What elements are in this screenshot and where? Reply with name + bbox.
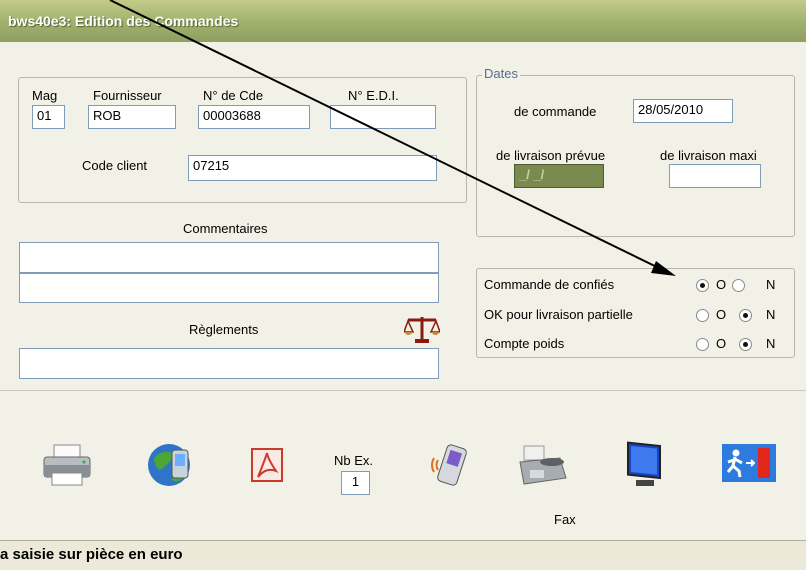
globe-icon[interactable] xyxy=(146,440,196,488)
mobile-icon[interactable] xyxy=(428,440,468,490)
status-text: a saisie sur pièce en euro xyxy=(0,546,183,563)
yes-label: O xyxy=(716,336,727,351)
yes-label: O xyxy=(716,277,727,292)
no-label: N xyxy=(766,277,776,292)
scales-icon[interactable] xyxy=(402,313,442,345)
option-label: Compte poids xyxy=(484,336,565,351)
window-title: bws40e3: Edition des Commandes xyxy=(8,13,239,29)
poids-no-radio[interactable] xyxy=(739,338,752,351)
option-label: OK pour livraison partielle xyxy=(484,307,633,322)
comments-label: Commentaires xyxy=(183,221,268,236)
toolbar-separator xyxy=(0,390,806,391)
date-commande-field[interactable]: 28/05/2010 xyxy=(633,99,733,123)
status-bar: a saisie sur pièce en euro xyxy=(0,540,806,570)
edi-field[interactable] xyxy=(330,105,436,129)
nb-ex-field[interactable]: 1 xyxy=(341,471,370,495)
comment-line-2[interactable] xyxy=(19,273,439,303)
mag-field[interactable]: 01 xyxy=(32,105,65,129)
confies-yes-radio[interactable] xyxy=(696,279,709,292)
nb-ex-label: Nb Ex. xyxy=(334,453,374,468)
date-maxi-label: de livraison maxi xyxy=(660,148,757,163)
reglements-field[interactable] xyxy=(19,348,439,379)
poids-yes-radio[interactable] xyxy=(696,338,709,351)
ncde-field[interactable]: 00003688 xyxy=(198,105,310,129)
partielle-yes-radio[interactable] xyxy=(696,309,709,322)
ncde-label: N° de Cde xyxy=(203,88,264,103)
reglements-label: Règlements xyxy=(189,322,259,337)
no-label: N xyxy=(766,336,776,351)
comment-line-1[interactable] xyxy=(19,242,439,273)
date-prevue-label: de livraison prévue xyxy=(496,148,606,163)
option-label: Commande de confiés xyxy=(484,277,615,292)
date-prevue-field[interactable]: _/ _/ xyxy=(514,164,604,188)
exit-icon[interactable] xyxy=(722,444,776,482)
printer-icon[interactable] xyxy=(42,443,92,487)
dates-legend: Dates xyxy=(482,66,520,81)
fournisseur-label: Fournisseur xyxy=(93,88,162,103)
client-label: Code client xyxy=(82,158,148,173)
no-label: N xyxy=(766,307,776,322)
partielle-no-radio[interactable] xyxy=(739,309,752,322)
title-bar: bws40e3: Edition des Commandes xyxy=(0,0,806,42)
date-commande-label: de commande xyxy=(514,104,597,119)
fax-icon[interactable] xyxy=(516,444,570,488)
date-maxi-field[interactable] xyxy=(669,164,761,188)
confies-no-radio[interactable] xyxy=(732,279,745,292)
monitor-icon[interactable] xyxy=(622,440,666,488)
edi-label: N° E.D.I. xyxy=(348,88,399,103)
pdf-icon[interactable] xyxy=(248,447,286,483)
yes-label: O xyxy=(716,307,727,322)
order-edit-window: bws40e3: Edition des Commandes Mag 01 Fo… xyxy=(0,0,806,540)
fournisseur-field[interactable]: ROB xyxy=(88,105,176,129)
mag-label: Mag xyxy=(32,88,58,103)
fax-label: Fax xyxy=(554,512,576,527)
client-field[interactable]: 07215 xyxy=(188,155,437,181)
